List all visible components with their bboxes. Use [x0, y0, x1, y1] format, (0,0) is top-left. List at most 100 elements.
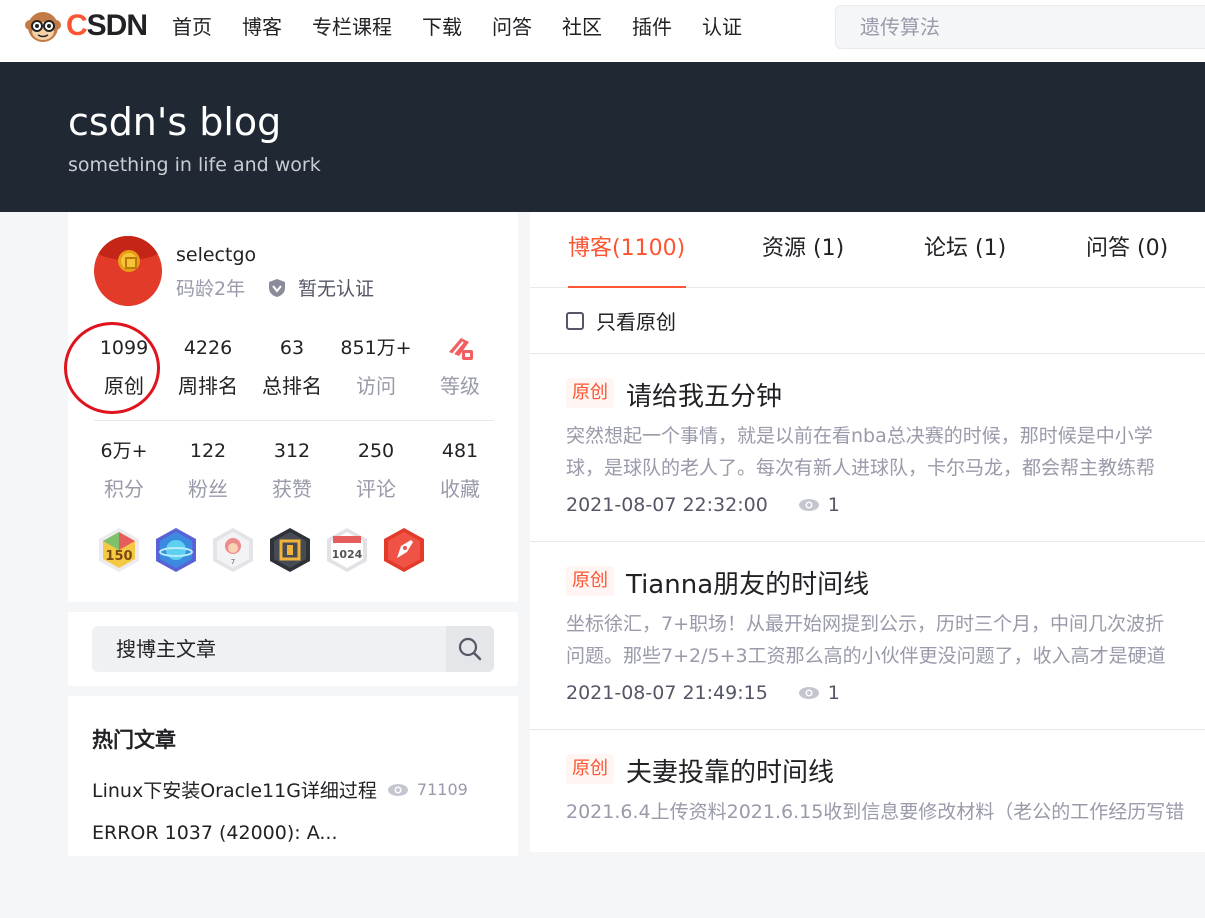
hot-articles-card: 热门文章 Linux下安装Oracle11G详细过程 71109 ERROR 1… — [68, 696, 518, 856]
article-view-count: 1 — [827, 494, 840, 516]
nav-item-blog[interactable]: 博客 — [242, 12, 282, 42]
stat-followers[interactable]: 122 粉丝 — [166, 437, 250, 503]
shield-icon — [269, 278, 285, 297]
article-summary: 突然想起一个事情，就是以前在看nba总决赛的时候，那时候是中小学 球，是球队的老… — [566, 420, 1205, 484]
username[interactable]: selectgo — [176, 244, 256, 266]
nav-item-plugins[interactable]: 插件 — [632, 12, 672, 42]
blog-search-card: 搜博主文章 — [68, 612, 518, 686]
article-item[interactable]: 原创 请给我五分钟 突然想起一个事情，就是以前在看nba总决赛的时候，那时候是中… — [530, 354, 1205, 542]
tab-forum[interactable]: 论坛 (1) — [924, 234, 1006, 264]
svg-text:1024: 1024 — [332, 548, 363, 561]
article-title[interactable]: 请给我五分钟 — [626, 376, 782, 413]
stat-favorites: 481 收藏 — [418, 437, 502, 503]
article-views: 1 — [798, 682, 840, 704]
stat-total-rank-label: 总排名 — [262, 374, 322, 398]
stat-visits-label: 访问 — [356, 374, 396, 398]
csdn-logo[interactable]: CSDN — [24, 8, 148, 44]
article-summary-line: 突然想起一个事情，就是以前在看nba总决赛的时候，那时候是中小学 — [566, 425, 1153, 447]
hot-article-item[interactable]: Linux下安装Oracle11G详细过程 71109 — [92, 776, 468, 803]
badge-column-icon[interactable] — [267, 526, 313, 574]
stat-total-rank-value: 63 — [279, 337, 305, 359]
article-summary-line: 坐标徐汇，7+职场！从最开始网提到公示，历时三个月，中间几次波折 — [566, 613, 1165, 635]
blog-title: csdn's blog — [68, 100, 282, 144]
stat-likes: 312 获赞 — [250, 437, 334, 503]
certification-status: 暂无认证 — [268, 274, 374, 301]
article-item[interactable]: 原创 夫妻投靠的时间线 2021.6.4上传资料2021.6.15收到信息要修改… — [530, 730, 1205, 918]
profile-card: selectgo 码龄2年 暂无认证 1099 原创 4226 周排名 63 总… — [64, 212, 518, 602]
nav-item-download[interactable]: 下载 — [422, 12, 462, 42]
stat-total-rank[interactable]: 63 总排名 — [250, 334, 334, 400]
nav-item-certification[interactable]: 认证 — [702, 12, 742, 42]
hot-article-views: 71109 — [387, 780, 468, 799]
eye-icon — [387, 783, 408, 796]
level-badge-icon — [449, 338, 473, 360]
article-title[interactable]: 夫妻投靠的时间线 — [626, 752, 834, 789]
article-item[interactable]: 原创 Tianna朋友的时间线 坐标徐汇，7+职场！从最开始网提到公示，历时三个… — [530, 542, 1205, 730]
stat-points-label: 积分 — [104, 477, 144, 501]
logo-text: CSDN — [66, 9, 148, 42]
stat-weekly-rank-value: 4226 — [183, 337, 233, 359]
top-navbar: CSDN 首页 博客 专栏课程 下载 问答 社区 插件 认证 遗传算法 — [0, 0, 1205, 62]
stat-likes-value: 312 — [273, 440, 311, 462]
tab-blog[interactable]: 博客(1100) — [568, 234, 685, 264]
stat-favorites-value: 481 — [441, 440, 479, 462]
code-age: 码龄2年 — [176, 278, 246, 300]
nav-item-qa[interactable]: 问答 — [492, 12, 532, 42]
original-only-checkbox[interactable] — [566, 312, 584, 330]
tab-qa[interactable]: 问答 (0) — [1086, 234, 1168, 264]
original-tag: 原创 — [566, 754, 614, 784]
filter-bar: 只看原创 — [530, 288, 1205, 354]
achievement-badges: 150 7 1024 — [96, 526, 438, 574]
article-summary: 坐标徐汇，7+职场！从最开始网提到公示，历时三个月，中间几次波折 问题。那些7+… — [566, 608, 1205, 672]
hot-articles-title: 热门文章 — [92, 728, 176, 752]
content-tabs: 博客(1100) 资源 (1) 论坛 (1) 问答 (0) — [530, 212, 1205, 288]
stat-points-value: 6万+ — [100, 440, 148, 462]
site-search-input[interactable]: 遗传算法 — [835, 5, 1205, 49]
original-only-label[interactable]: 只看原创 — [596, 306, 676, 335]
article-title[interactable]: Tianna朋友的时间线 — [626, 564, 869, 601]
blog-banner: csdn's blog something in life and work — [0, 62, 1205, 212]
eye-icon — [798, 687, 819, 699]
hot-article-title: Linux下安装Oracle11G详细过程 — [92, 780, 377, 802]
article-meta: 2021-08-07 22:32:00 1 — [566, 494, 840, 516]
search-icon — [458, 637, 482, 661]
tab-resources[interactable]: 资源 (1) — [762, 234, 844, 264]
badge-pen-icon[interactable] — [381, 526, 427, 574]
stat-comments-label: 评论 — [356, 477, 396, 501]
article-date: 2021-08-07 21:49:15 — [566, 682, 768, 704]
badge-150-icon[interactable]: 150 — [96, 526, 142, 574]
main-content: 博客(1100) 资源 (1) 论坛 (1) 问答 (0) 只看原创 原创 请给… — [530, 212, 1205, 852]
original-tag: 原创 — [566, 378, 614, 408]
avatar[interactable] — [94, 236, 162, 306]
stat-weekly-rank[interactable]: 4226 周排名 — [166, 334, 250, 400]
stat-comments-value: 250 — [357, 440, 395, 462]
stat-visits: 851万+ 访问 — [334, 334, 418, 400]
badge-monkey-icon[interactable]: 7 — [210, 526, 256, 574]
monkey-logo-icon — [25, 12, 61, 42]
blog-search-input[interactable]: 搜博主文章 — [116, 626, 216, 672]
original-tag: 原创 — [566, 566, 614, 596]
article-summary-line: 2021.6.4上传资料2021.6.15收到信息要修改材料（老公的工作经历写错 — [566, 801, 1185, 823]
svg-text:7: 7 — [231, 558, 235, 566]
article-summary-line: 问题。那些7+2/5+3工资那么高的小伙伴更没问题了，收入高才是硬道 — [566, 645, 1166, 667]
badge-planet-icon[interactable] — [153, 526, 199, 574]
stat-level[interactable]: 等级 — [418, 334, 502, 400]
eye-icon — [798, 499, 819, 511]
hot-article-title: ERROR 1037 (42000): A... — [92, 822, 338, 844]
nav-item-home[interactable]: 首页 — [172, 12, 212, 42]
stat-followers-label: 粉丝 — [188, 477, 228, 501]
article-summary: 2021.6.4上传资料2021.6.15收到信息要修改材料（老公的工作经历写错 — [566, 796, 1205, 860]
svg-text:150: 150 — [105, 549, 132, 564]
nav-item-courses[interactable]: 专栏课程 — [312, 12, 392, 42]
stat-weekly-rank-label: 周排名 — [178, 374, 238, 398]
blog-search-button[interactable] — [446, 626, 494, 672]
article-views: 1 — [798, 494, 840, 516]
article-meta: 2021-08-07 21:49:15 1 — [566, 682, 840, 704]
article-view-count: 1 — [827, 682, 840, 704]
certification-label: 暂无认证 — [298, 278, 375, 300]
blog-subtitle: something in life and work — [68, 154, 321, 176]
hot-article-item[interactable]: ERROR 1037 (42000): A... — [92, 822, 338, 844]
blog-search-box[interactable]: 搜博主文章 — [92, 626, 494, 672]
nav-item-community[interactable]: 社区 — [562, 12, 602, 42]
badge-1024-icon[interactable]: 1024 — [324, 526, 370, 574]
